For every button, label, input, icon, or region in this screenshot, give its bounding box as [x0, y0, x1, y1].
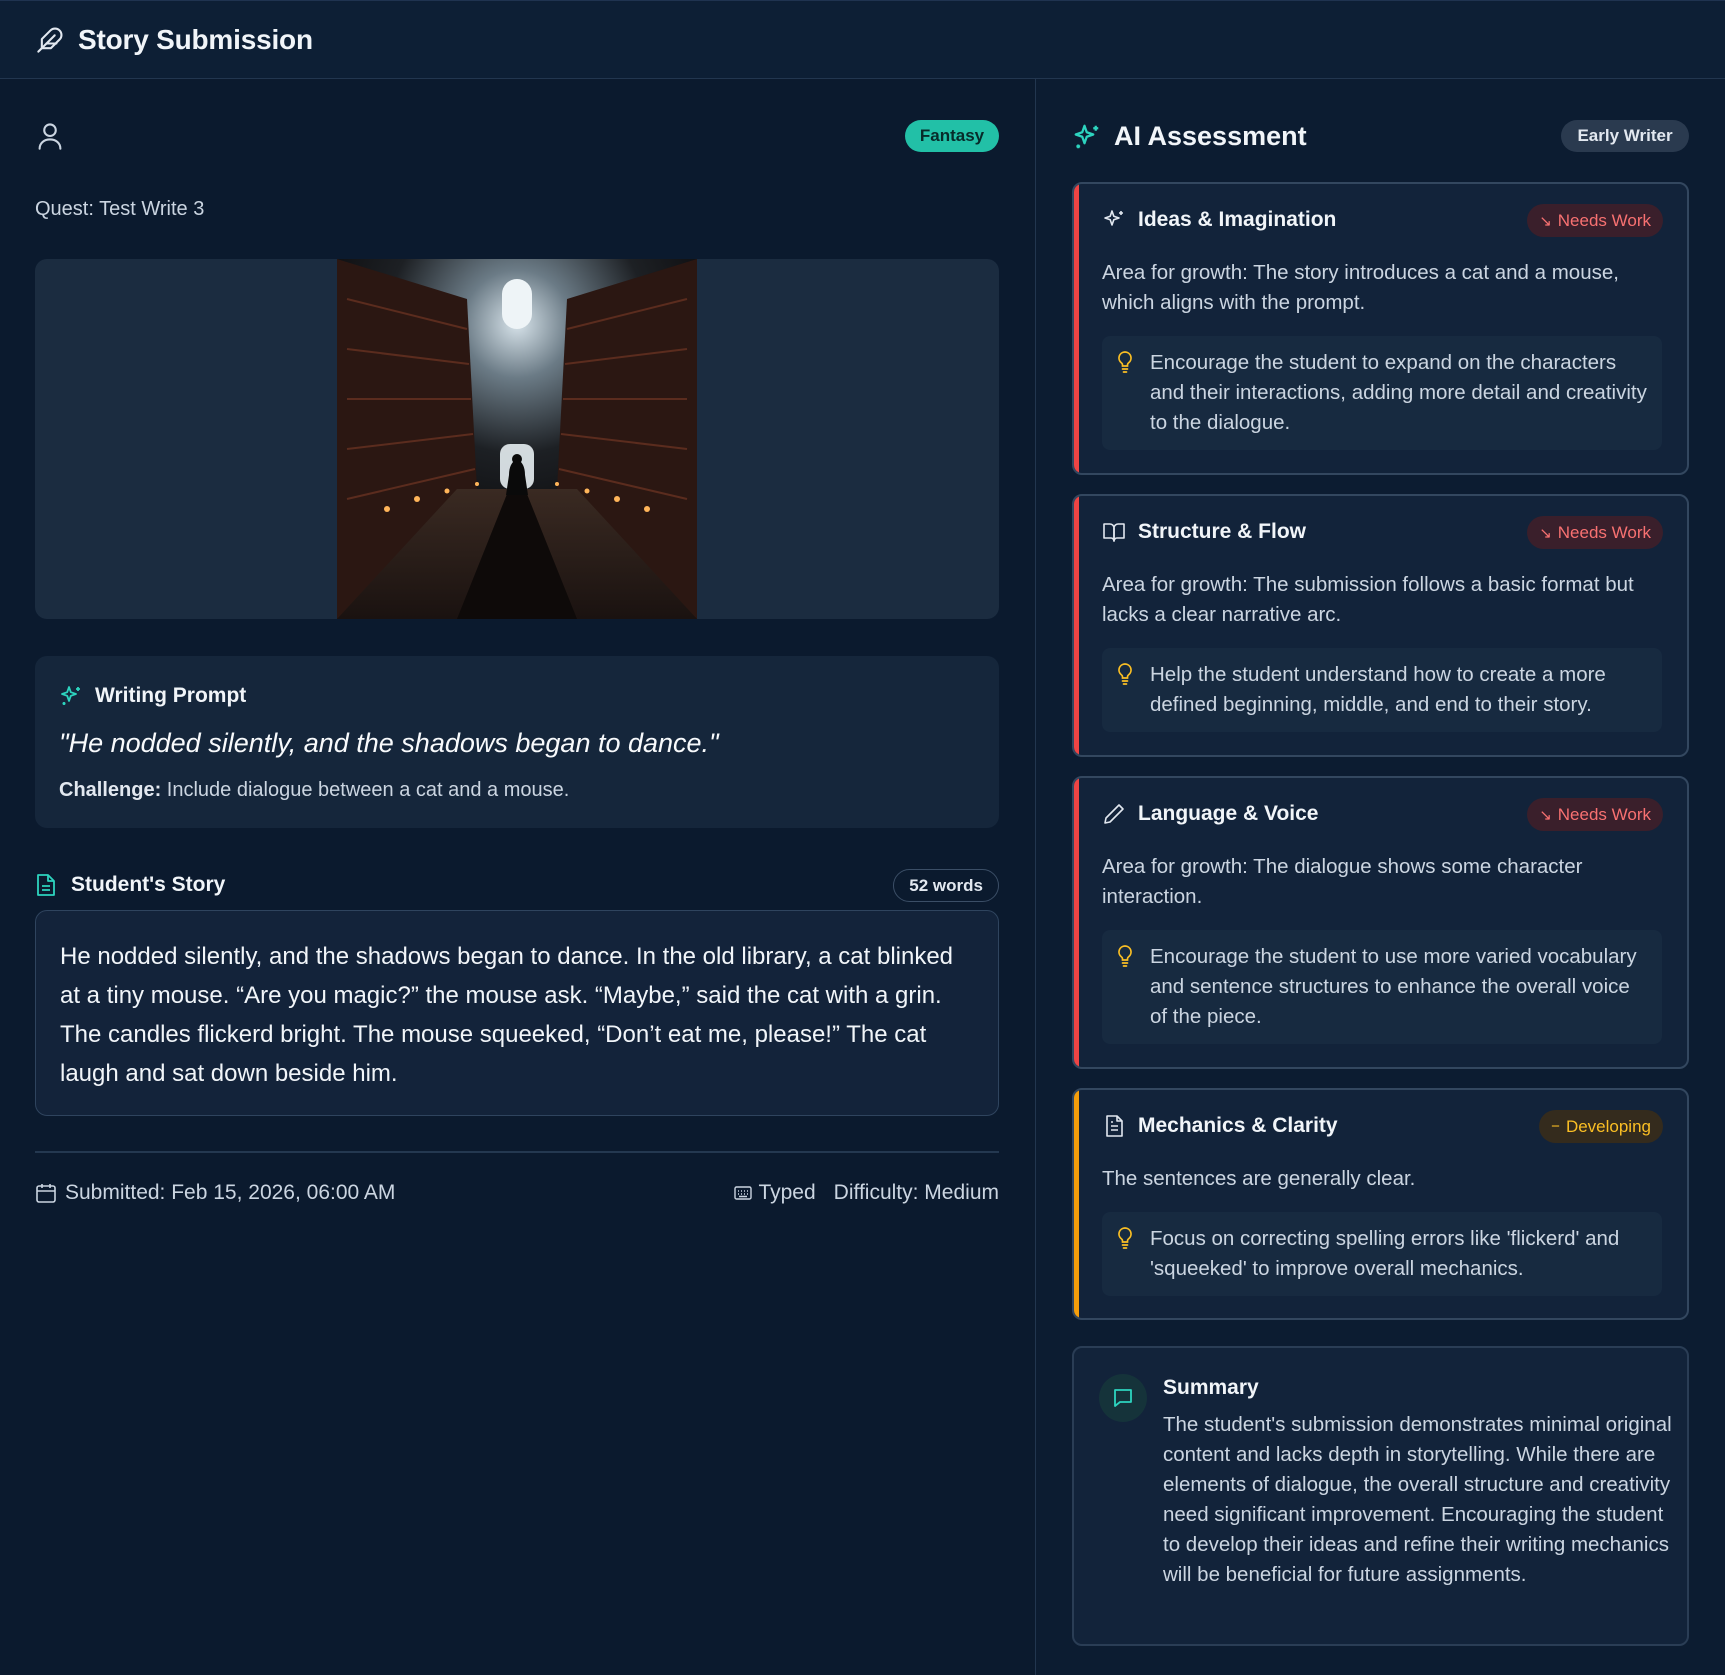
assessment-header: AI Assessment — [1072, 121, 1307, 152]
status-text: Developing — [1565, 1116, 1651, 1136]
prompt-quote: "He nodded silently, and the shadows beg… — [59, 728, 719, 758]
summary-icon-bubble — [1099, 1374, 1147, 1422]
status-text: Needs Work — [1557, 522, 1651, 542]
document-icon — [37, 874, 55, 896]
tip-text: Encourage the student to use more varied… — [1150, 945, 1637, 1028]
page-title: Story Submission — [78, 23, 313, 55]
trend-down-icon: ↘ — [1539, 806, 1552, 824]
card-description: Area for growth: The story introduces a … — [1102, 261, 1619, 314]
divider — [35, 1151, 999, 1153]
submission-meta: Typed Difficulty: Medium — [734, 1181, 999, 1205]
assessment-card-mechanics: Mechanics & Clarity − Developing The sent… — [1072, 1088, 1689, 1320]
story-image-panel — [35, 259, 999, 619]
lightbulb-icon — [1118, 351, 1132, 373]
top-bar: Story Submission — [0, 0, 1725, 79]
writer-level-badge: Early Writer — [1561, 120, 1689, 152]
chat-bubble-icon — [1114, 1389, 1132, 1407]
prompt-challenge: Challenge: Include dialogue between a ca… — [59, 779, 569, 802]
writing-prompt-label: Writing Prompt — [95, 684, 247, 707]
assessment-title: AI Assessment — [1114, 121, 1307, 151]
user-icon — [38, 123, 62, 150]
tip-text: Focus on correcting spelling errors like… — [1150, 1227, 1620, 1280]
writing-prompt-card: Writing Prompt "He nodded silently, and … — [35, 656, 999, 828]
difficulty: Difficulty: Medium — [833, 1181, 999, 1204]
trend-down-icon: ↘ — [1539, 212, 1552, 230]
story-text: He nodded silently, and the shadows bega… — [35, 910, 999, 1116]
sparkles-icon — [61, 686, 80, 705]
submission-panel: Fantasy Quest: Test Write 3 Writing Prom… — [0, 79, 1035, 1675]
summary-card: Summary The student's submission demonst… — [1072, 1346, 1689, 1646]
assessment-card-ideas: Ideas & Imagination ↘ Needs Work Area for… — [1072, 182, 1689, 475]
summary-title: Summary — [1163, 1376, 1259, 1399]
sparkles-icon — [1104, 210, 1123, 226]
card-description: Area for growth: The submission follows … — [1102, 573, 1634, 626]
genre-badge: Fantasy — [905, 120, 999, 152]
minus-icon: − — [1551, 1118, 1560, 1135]
story-label: Student's Story — [71, 873, 226, 896]
status-text: Needs Work — [1557, 804, 1651, 824]
tip-text: Encourage the student to expand on the c… — [1150, 351, 1647, 434]
quest-label: Quest: Test Write 3 — [35, 198, 205, 220]
input-mode: Typed — [758, 1181, 816, 1204]
card-title: Ideas & Imagination — [1138, 208, 1337, 231]
assessment-card-language: Language & Voice ↘ Needs Work Area for gr… — [1072, 776, 1689, 1069]
assessment-card-structure: Structure & Flow ↘ Needs Work Area for gr… — [1072, 494, 1689, 757]
summary-text: The student's submission demonstrates mi… — [1163, 1413, 1672, 1586]
assessment-panel: AI Assessment Early Writer Ideas & Imagi… — [1036, 79, 1725, 1675]
status-badge: ↘ Needs Work — [1527, 798, 1663, 831]
document-icon — [1106, 1115, 1123, 1137]
status-badge: ↘ Needs Work — [1527, 204, 1663, 237]
status-text: Needs Work — [1557, 210, 1651, 230]
book-icon — [1103, 523, 1125, 542]
lightbulb-icon — [1118, 945, 1132, 967]
status-badge: ↘ Needs Work — [1527, 516, 1663, 549]
challenge-text: Include dialogue between a cat and a mou… — [161, 779, 570, 801]
card-description: The sentences are generally clear. — [1102, 1167, 1416, 1190]
lightbulb-icon — [1118, 663, 1132, 685]
card-tip: Focus on correcting spelling errors like… — [1102, 1212, 1662, 1296]
card-tip: Encourage the student to expand on the c… — [1102, 336, 1662, 450]
pencil-icon — [1104, 804, 1124, 824]
card-tip: Help the student understand how to creat… — [1102, 648, 1662, 732]
feather-icon — [37, 27, 63, 53]
challenge-label: Challenge: — [59, 779, 162, 801]
submitted-text: Submitted: Feb 15, 2026, 06:00 AM — [65, 1181, 396, 1204]
card-description: Area for growth: The dialogue shows some… — [1102, 855, 1583, 908]
lightbulb-icon — [1118, 1227, 1132, 1249]
card-title: Structure & Flow — [1138, 520, 1307, 543]
card-title: Language & Voice — [1138, 802, 1319, 825]
tip-text: Help the student understand how to creat… — [1150, 663, 1606, 716]
sparkles-icon — [1074, 124, 1099, 148]
library-illustration — [337, 259, 697, 619]
word-count-badge: 52 words — [893, 869, 999, 902]
keyboard-icon — [734, 1186, 753, 1200]
card-title: Mechanics & Clarity — [1138, 1114, 1338, 1137]
trend-down-icon: ↘ — [1539, 524, 1552, 542]
status-badge: − Developing — [1539, 1110, 1663, 1143]
calendar-icon — [36, 1184, 56, 1203]
writing-prompt-header: Writing Prompt — [59, 684, 246, 708]
card-tip: Encourage the student to use more varied… — [1102, 930, 1662, 1044]
story-header: Student's Story 52 words — [35, 867, 999, 903]
submitted-date: Submitted: Feb 15, 2026, 06:00 AM — [35, 1181, 395, 1205]
